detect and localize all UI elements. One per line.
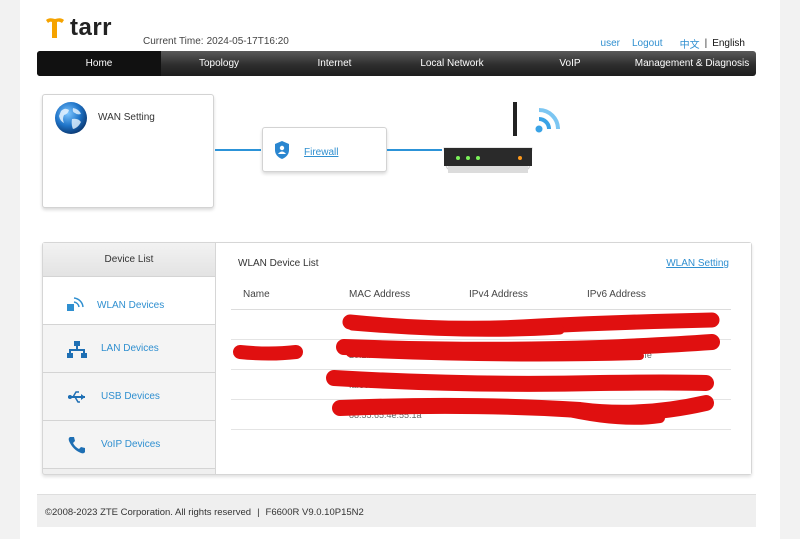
wan-setting-box[interactable]: WAN Setting <box>42 94 214 208</box>
main-nav: Home Topology Internet Local Network VoI… <box>37 51 756 76</box>
sidebar-item-label: LAN Devices <box>101 343 159 354</box>
language-separator: | <box>704 38 708 49</box>
column-header-name: Name <box>243 288 270 300</box>
cell-ipv4: 192.168.1.10 <box>469 349 522 360</box>
current-time: Current Time: 2024-05-17T16:20 <box>143 36 289 47</box>
cell-mac: 20:2b:be:50:6e:be <box>349 349 422 360</box>
sidebar-item-wlan-devices[interactable]: WLAN Devices <box>43 277 215 325</box>
copyright-text: ©2008-2023 ZTE Corporation. All rights r… <box>45 507 252 518</box>
footer-text: ©2008-2023 ZTE Corporation. All rights r… <box>45 507 364 518</box>
table-row[interactable]: 20:2b:be:50:6e:be 192.168.1.10 fe80::120… <box>231 340 731 370</box>
current-time-label: Current Time: <box>143 36 204 47</box>
table-header: Name MAC Address IPv4 Address IPv6 Addre… <box>231 279 731 310</box>
chinese-language-link[interactable]: 中文 <box>680 36 700 51</box>
cell-mac: fa:e0:71:5e:eb <box>349 379 407 390</box>
connector-line <box>215 149 261 151</box>
sidebar-item-usb-devices[interactable]: USB Devices <box>43 373 215 421</box>
wlan-setting-link[interactable]: WLAN Setting <box>666 258 729 269</box>
nav-internet[interactable]: Internet <box>277 51 392 76</box>
sidebar-item-voip-devices[interactable]: VoIP Devices <box>43 421 215 469</box>
network-icon <box>67 341 87 358</box>
table-row[interactable]: fa:e0:71:5e:eb <box>231 370 731 400</box>
logout-link[interactable]: Logout <box>632 38 663 49</box>
device-list-title: Device List <box>43 243 215 277</box>
sidebar-item-label: WLAN Devices <box>97 300 165 311</box>
usb-icon <box>68 391 85 403</box>
nav-management-diagnosis[interactable]: Management & Diagnosis <box>628 51 756 76</box>
globe-icon <box>55 102 87 134</box>
wifi-signal-icon <box>67 297 84 311</box>
nav-topology[interactable]: Topology <box>161 51 277 76</box>
cell-mac: 88:55:65:4e:55:1a <box>349 409 422 420</box>
firewall-link[interactable]: Firewall <box>304 147 338 158</box>
column-header-ipv4: IPv4 Address <box>469 288 528 300</box>
shield-icon <box>275 141 289 159</box>
wlan-device-list-title: WLAN Device List <box>238 258 319 269</box>
table-row[interactable]: 88:55:65:4e:55:1a fe80::1c5 <box>231 400 731 430</box>
wlan-device-list: WLAN Device List WLAN Setting Name MAC A… <box>215 243 751 474</box>
current-time-value: 2024-05-17T16:20 <box>206 36 289 47</box>
device-list-panel: Device List WLAN Devices LAN Devices USB… <box>42 242 752 475</box>
table-row[interactable]: 192.168.1.5 <box>231 310 731 340</box>
device-table: Name MAC Address IPv4 Address IPv6 Addre… <box>231 279 731 430</box>
nav-local-network[interactable]: Local Network <box>392 51 512 76</box>
cell-ipv4: 192.168.1.5 <box>469 319 517 330</box>
firmware-version: F6600R V9.0.10P15N2 <box>265 507 364 518</box>
phone-icon <box>68 437 85 454</box>
router-icon[interactable] <box>442 100 534 178</box>
firewall-box[interactable]: Firewall <box>262 127 387 172</box>
footer: ©2008-2023 ZTE Corporation. All rights r… <box>37 494 756 527</box>
nav-home[interactable]: Home <box>37 51 161 76</box>
footer-separator: | <box>257 507 260 518</box>
sidebar-item-lan-devices[interactable]: LAN Devices <box>43 325 215 373</box>
wifi-icon <box>535 108 560 133</box>
top-links: user Logout 中文 | English <box>589 36 745 51</box>
english-language-link[interactable]: English <box>712 38 745 49</box>
nav-voip[interactable]: VoIP <box>512 51 628 76</box>
sidebar-item-label: VoIP Devices <box>101 439 161 450</box>
connector-line <box>387 149 442 151</box>
sidebar-item-label: USB Devices <box>101 391 160 402</box>
user-link[interactable]: user <box>601 38 620 49</box>
tarr-logo-icon <box>46 18 64 38</box>
column-header-mac: MAC Address <box>349 288 411 300</box>
cell-ipv6: fe80::1c5 <box>587 409 625 420</box>
logo: tarr <box>44 14 112 42</box>
column-header-ipv6: IPv6 Address <box>587 288 646 300</box>
device-list-sidebar: Device List WLAN Devices LAN Devices USB… <box>43 243 215 474</box>
wan-setting-label: WAN Setting <box>98 112 155 123</box>
router-admin-page: tarr Current Time: 2024-05-17T16:20 user … <box>20 0 780 539</box>
logo-text: tarr <box>70 14 113 41</box>
cell-ipv6: fe80::120:baff:fe <box>587 349 652 360</box>
